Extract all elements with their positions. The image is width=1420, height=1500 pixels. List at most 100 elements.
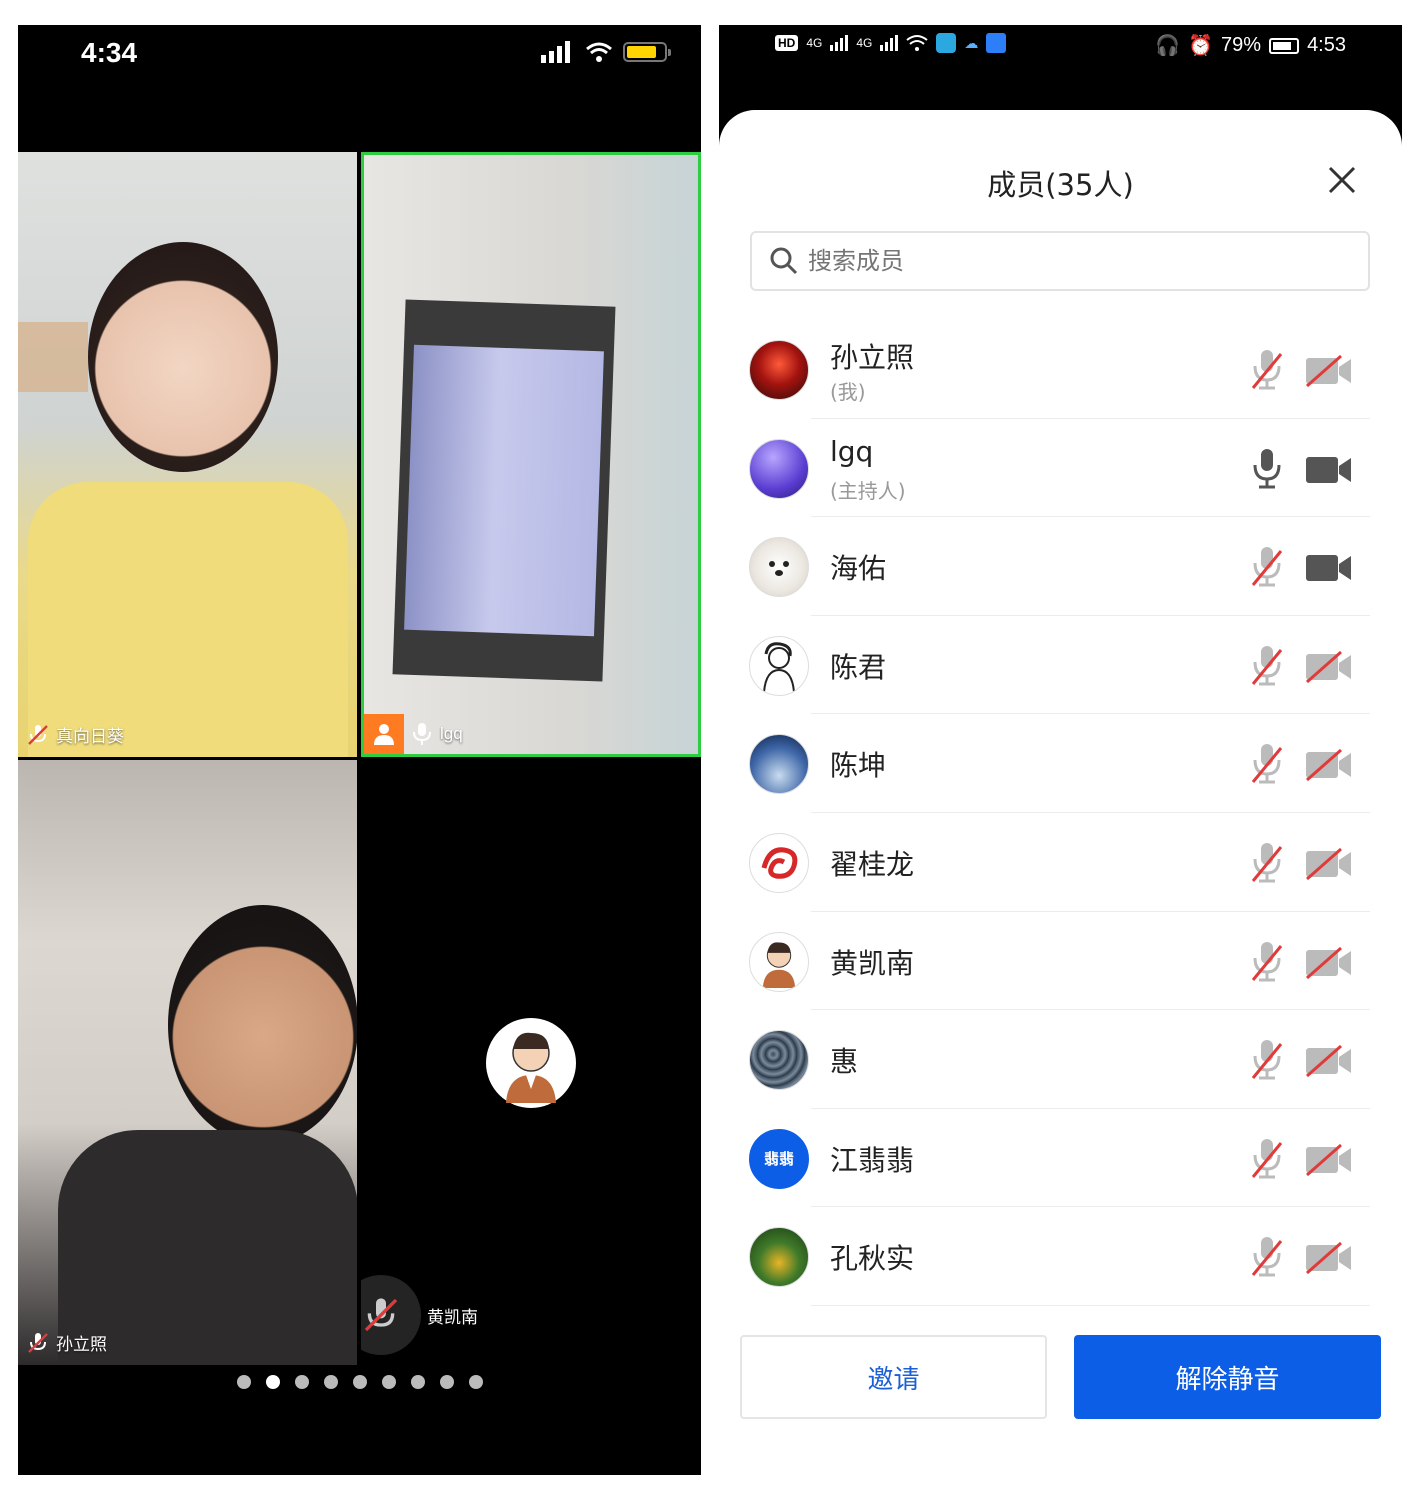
cloud-icon: ☁ xyxy=(964,34,979,51)
mic-muted-icon[interactable] xyxy=(1249,940,1285,984)
mic-muted-icon[interactable] xyxy=(1249,742,1285,786)
member-row[interactable]: 翟桂龙 xyxy=(719,813,1402,912)
mic-muted-icon[interactable] xyxy=(1249,545,1285,589)
camera-off-icon[interactable] xyxy=(1305,847,1353,881)
page-dot[interactable] xyxy=(236,1375,251,1389)
page-dot[interactable] xyxy=(468,1375,483,1389)
app-icon xyxy=(986,33,1007,53)
page-dot-active[interactable] xyxy=(265,1375,280,1389)
search-bar[interactable] xyxy=(750,231,1370,291)
participant-name: 孙立照 xyxy=(56,1335,107,1354)
page-dot[interactable] xyxy=(439,1375,454,1389)
purple-avatar xyxy=(749,438,809,499)
tile-label: 真向日葵 xyxy=(26,722,124,747)
battery-icon xyxy=(623,42,671,62)
sheet-title: 成员(35人) xyxy=(987,168,1134,202)
page-indicator[interactable] xyxy=(18,1375,701,1389)
close-icon[interactable] xyxy=(1324,162,1360,198)
mic-muted-icon[interactable] xyxy=(1249,348,1285,392)
signal-icon xyxy=(541,41,570,63)
mic-muted-icon[interactable] xyxy=(1249,1235,1285,1279)
signal-icon xyxy=(830,35,849,51)
participant-video xyxy=(88,242,278,472)
member-role: (主持人) xyxy=(830,478,906,503)
mic-muted-icon[interactable] xyxy=(1249,644,1285,688)
network-4g-icon: 4G xyxy=(856,36,873,50)
member-row[interactable]: 孙立照 (我) xyxy=(719,320,1402,419)
battery-icon xyxy=(1269,37,1300,54)
members-screen: HD 4G 4G ☁ 🎧 ⏰ 79% 4:53 成员(35人) 孙立照 (我) lg… xyxy=(719,25,1402,1475)
camera-on-icon[interactable] xyxy=(1305,551,1353,585)
page-dot[interactable] xyxy=(352,1375,367,1389)
video-tile[interactable]: 黄凯南 xyxy=(361,760,701,1365)
unmute-all-button[interactable]: 解除静音 xyxy=(1074,1335,1381,1419)
camera-off-icon[interactable] xyxy=(1305,1241,1353,1275)
status-bar: HD 4G 4G ☁ 🎧 ⏰ 79% 4:53 xyxy=(719,25,1402,110)
member-name: 孙立照 xyxy=(830,341,915,374)
alarm-icon: ⏰ xyxy=(1188,35,1214,57)
member-row[interactable]: 惠 xyxy=(719,1010,1402,1109)
mic-muted-icon xyxy=(361,1275,421,1355)
member-row[interactable]: 陈君 xyxy=(719,616,1402,715)
mic-muted-icon[interactable] xyxy=(1249,1137,1285,1181)
member-row[interactable]: lgq (主持人) xyxy=(719,419,1402,518)
status-left-icons: HD 4G 4G ☁ xyxy=(775,33,1007,53)
divider xyxy=(811,1304,1370,1306)
camera-off-icon[interactable] xyxy=(1305,650,1353,684)
video-meeting-screen: 4:34 真向日葵 lgq 孙立照 黄凯南 xyxy=(18,25,701,1475)
seal-avatar xyxy=(749,537,809,598)
camera-off-icon[interactable] xyxy=(1305,1143,1353,1177)
initials-avatar: 翡翡 xyxy=(749,1128,809,1189)
camera-off-icon[interactable] xyxy=(1305,748,1353,782)
mic-on-icon[interactable] xyxy=(1249,447,1285,491)
wifi-icon xyxy=(586,42,612,62)
app-icon xyxy=(936,33,957,53)
mic-muted-icon[interactable] xyxy=(1249,1038,1285,1082)
search-input[interactable] xyxy=(808,247,1308,275)
camera-off-icon[interactable] xyxy=(1305,1044,1353,1078)
member-name: 陈君 xyxy=(830,650,887,684)
page-dot[interactable] xyxy=(294,1375,309,1389)
status-time: 4:53 xyxy=(1307,34,1346,56)
mic-on-icon xyxy=(413,723,431,745)
member-role: (我) xyxy=(830,380,866,404)
invite-button[interactable]: 邀请 xyxy=(740,1335,1047,1419)
video-tile[interactable]: 孙立照 xyxy=(18,760,357,1365)
active-speaker-tile[interactable]: lgq xyxy=(361,152,701,757)
search-icon xyxy=(770,247,798,275)
tile-label: 孙立照 xyxy=(26,1330,107,1355)
status-right-icons: 🎧 ⏰ 79% 4:53 xyxy=(1155,33,1346,58)
tile-label: 黄凯南 xyxy=(361,1275,478,1355)
member-row[interactable]: 翡翡 江翡翡 xyxy=(719,1109,1402,1208)
status-bar: 4:34 xyxy=(18,25,701,152)
presentation-screen xyxy=(392,299,616,682)
member-row[interactable]: 孔秋实 xyxy=(719,1207,1402,1306)
footer-actions: 邀请 解除静音 xyxy=(719,1335,1402,1425)
status-icons xyxy=(541,41,671,63)
nature-avatar xyxy=(749,1227,809,1288)
wall-poster xyxy=(18,322,88,392)
wifi-icon xyxy=(906,35,928,51)
avatar-initials: 翡翡 xyxy=(763,1150,794,1169)
member-name: 海佑 xyxy=(830,552,887,586)
member-name: 陈坤 xyxy=(830,749,887,783)
member-row[interactable]: 黄凯南 xyxy=(719,912,1402,1011)
page-dot[interactable] xyxy=(410,1375,425,1389)
participant-name: 真向日葵 xyxy=(56,727,124,746)
battery-percent: 79% xyxy=(1221,34,1262,56)
member-name: 翟桂龙 xyxy=(830,847,915,881)
mic-muted-icon[interactable] xyxy=(1249,841,1285,885)
sketch-avatar xyxy=(749,635,809,696)
video-tile[interactable]: 真向日葵 xyxy=(18,152,357,757)
member-row[interactable]: 海佑 xyxy=(719,517,1402,616)
page-dot[interactable] xyxy=(381,1375,396,1389)
camera-off-icon[interactable] xyxy=(1305,946,1353,980)
member-row[interactable]: 陈坤 xyxy=(719,714,1402,813)
tile-label: lgq xyxy=(364,714,463,754)
camera-on-icon[interactable] xyxy=(1305,453,1353,487)
camera-off-icon[interactable] xyxy=(1305,354,1353,388)
members-sheet: 成员(35人) 孙立照 (我) lgq (主持人) 海佑陈君陈坤翟桂龙黄凯南惠翡翡 江翡翡… xyxy=(719,110,1402,1475)
page-dot[interactable] xyxy=(323,1375,338,1389)
participant-video xyxy=(168,905,357,1145)
member-list: 孙立照 (我) lgq (主持人) 海佑陈君陈坤翟桂龙黄凯南惠翡翡 江翡翡 孔秋实 xyxy=(719,320,1402,1306)
